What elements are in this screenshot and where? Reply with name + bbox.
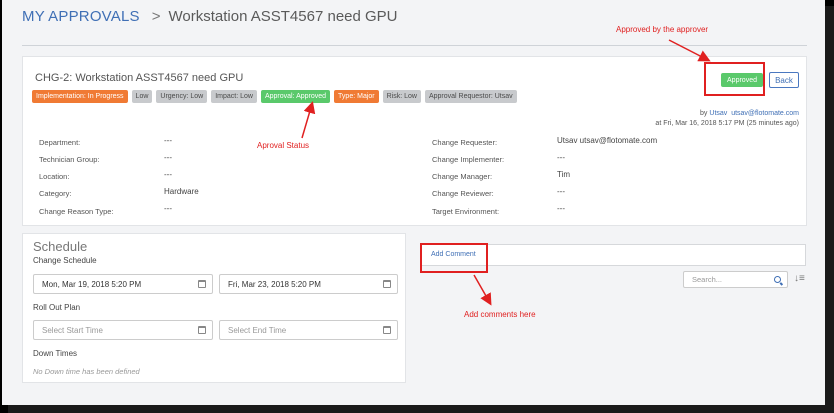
annotation-arrow-approved [668,39,711,62]
annotation-arrow-comments [473,274,492,306]
annotation-arrow-status [301,101,316,139]
screenshot-frame: MY APPROVALS > Workstation ASST4567 need… [2,0,825,405]
annotation-arrows [301,39,711,306]
frame-shadow-bottom [8,405,834,413]
frame-shadow-right [825,6,834,411]
